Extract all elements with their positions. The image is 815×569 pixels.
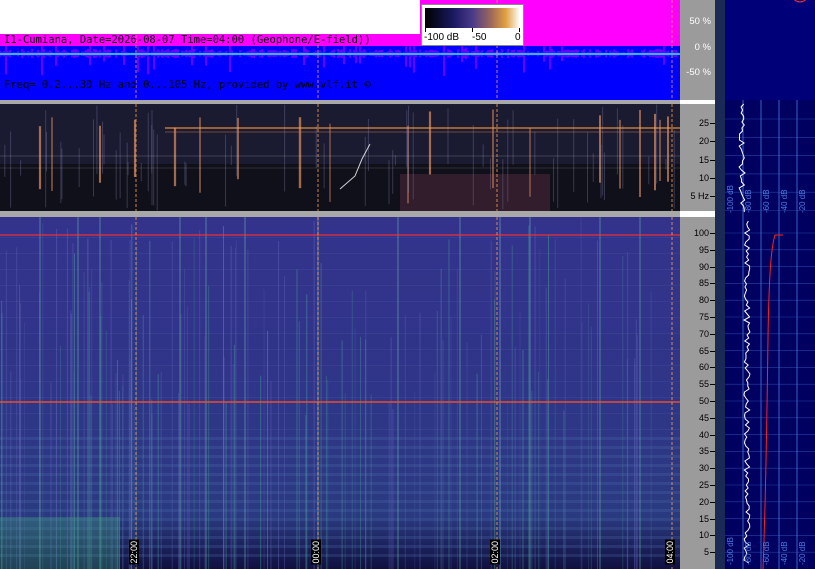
profile-db-label: -80 dB bbox=[744, 189, 753, 213]
profile-db-label: -100 dB bbox=[726, 537, 735, 565]
efield-frequency-label: 55 bbox=[698, 379, 709, 390]
efield-spectrogram bbox=[0, 217, 680, 569]
efield-frequency-label: 35 bbox=[698, 446, 709, 457]
profile-db-label: -80 dB bbox=[744, 541, 753, 565]
efield-frequency-label: 85 bbox=[698, 278, 709, 289]
geophone-frequency-label: 25 bbox=[698, 118, 709, 128]
title-header: I1-Cumiana, Date=2026-08-07 Time=04:00 (… bbox=[0, 0, 420, 91]
time-label: 22:00 bbox=[129, 540, 139, 565]
efield-frequency-label: 70 bbox=[698, 328, 709, 339]
efield-frequency-label: 90 bbox=[698, 261, 709, 272]
color-scale-gradient bbox=[425, 8, 520, 28]
amp-label-0: 0 % bbox=[694, 42, 711, 53]
efield-frequency-label: 60 bbox=[698, 362, 709, 373]
geophone-frequency-axis: 25 20 15 10 5 Hz bbox=[680, 104, 715, 211]
geophone-frequency-label: 5 Hz bbox=[690, 191, 709, 202]
amp-label-neg50: -50 % bbox=[686, 67, 711, 78]
header-line-2: Freq= 0.2...30 Hz and 0...105 Hz, provid… bbox=[4, 79, 371, 91]
profile-db-label: -100 dB bbox=[726, 185, 735, 213]
efield-frequency-label: 40 bbox=[698, 429, 709, 440]
efield-frequency-label: 20 bbox=[698, 496, 709, 507]
efield-frequency-label: 45 bbox=[698, 412, 709, 423]
efield-profile-panel: -100 dB -80 dB -60 dB -40 dB -20 dB bbox=[725, 217, 815, 569]
efield-frequency-axis: 100 95 90 85 80 75 70 65 60 55 50 45 40 35 30 25 20 15 10 5 bbox=[680, 217, 715, 569]
efield-frequency-label: 95 bbox=[698, 244, 709, 255]
efield-frequency-label: 30 bbox=[698, 463, 709, 474]
efield-frequency-label: 15 bbox=[698, 513, 709, 524]
amplitude-profile-panel bbox=[725, 0, 815, 100]
profile-db-label: -60 dB bbox=[762, 189, 771, 213]
time-label: 04:00 bbox=[665, 540, 675, 565]
profile-db-label: -20 dB bbox=[798, 189, 807, 213]
amp-label-50: 50 % bbox=[689, 16, 711, 27]
efield-frequency-label: 80 bbox=[698, 295, 709, 306]
efield-frequency-label: 65 bbox=[698, 345, 709, 356]
profile-db-label: -60 dB bbox=[762, 541, 771, 565]
efield-frequency-label: 10 bbox=[698, 530, 709, 541]
efield-frequency-label: 5 bbox=[703, 547, 709, 558]
efield-frequency-label: 50 bbox=[698, 396, 709, 406]
colorbar-label-min: -100 dB bbox=[424, 32, 460, 43]
profile-db-label: -40 dB bbox=[780, 189, 789, 213]
color-scale: -100 dB -50 0 bbox=[421, 4, 524, 46]
geophone-frequency-label: 20 bbox=[698, 136, 709, 147]
amplitude-axis: 50 % 0 % -50 % bbox=[680, 0, 715, 100]
efield-frequency-label: 25 bbox=[698, 480, 709, 490]
vlf-monitor-window: I1-Cumiana, Date=2026-08-07 Time=04:00 (… bbox=[0, 0, 815, 569]
header-line-1: I1-Cumiana, Date=2026-08-07 Time=04:00 (… bbox=[4, 34, 371, 46]
profile-db-label: -40 dB bbox=[780, 541, 789, 565]
divider-column bbox=[715, 0, 725, 569]
efield-frequency-label: 75 bbox=[698, 312, 709, 322]
geophone-profile-panel: -100 dB -80 dB -60 dB -40 dB -20 dB bbox=[725, 100, 815, 217]
profile-db-label: -20 dB bbox=[798, 541, 807, 565]
efield-frequency-label: 100 bbox=[693, 228, 709, 238]
time-label: 00:00 bbox=[311, 540, 321, 565]
colorbar-label-max: 0 bbox=[515, 32, 521, 43]
geophone-spectrogram bbox=[0, 104, 680, 211]
geophone-frequency-label: 10 bbox=[698, 172, 709, 183]
time-label: 02:00 bbox=[490, 540, 500, 565]
geophone-frequency-label: 15 bbox=[698, 154, 709, 165]
colorbar-label-mid: -50 bbox=[472, 32, 487, 43]
